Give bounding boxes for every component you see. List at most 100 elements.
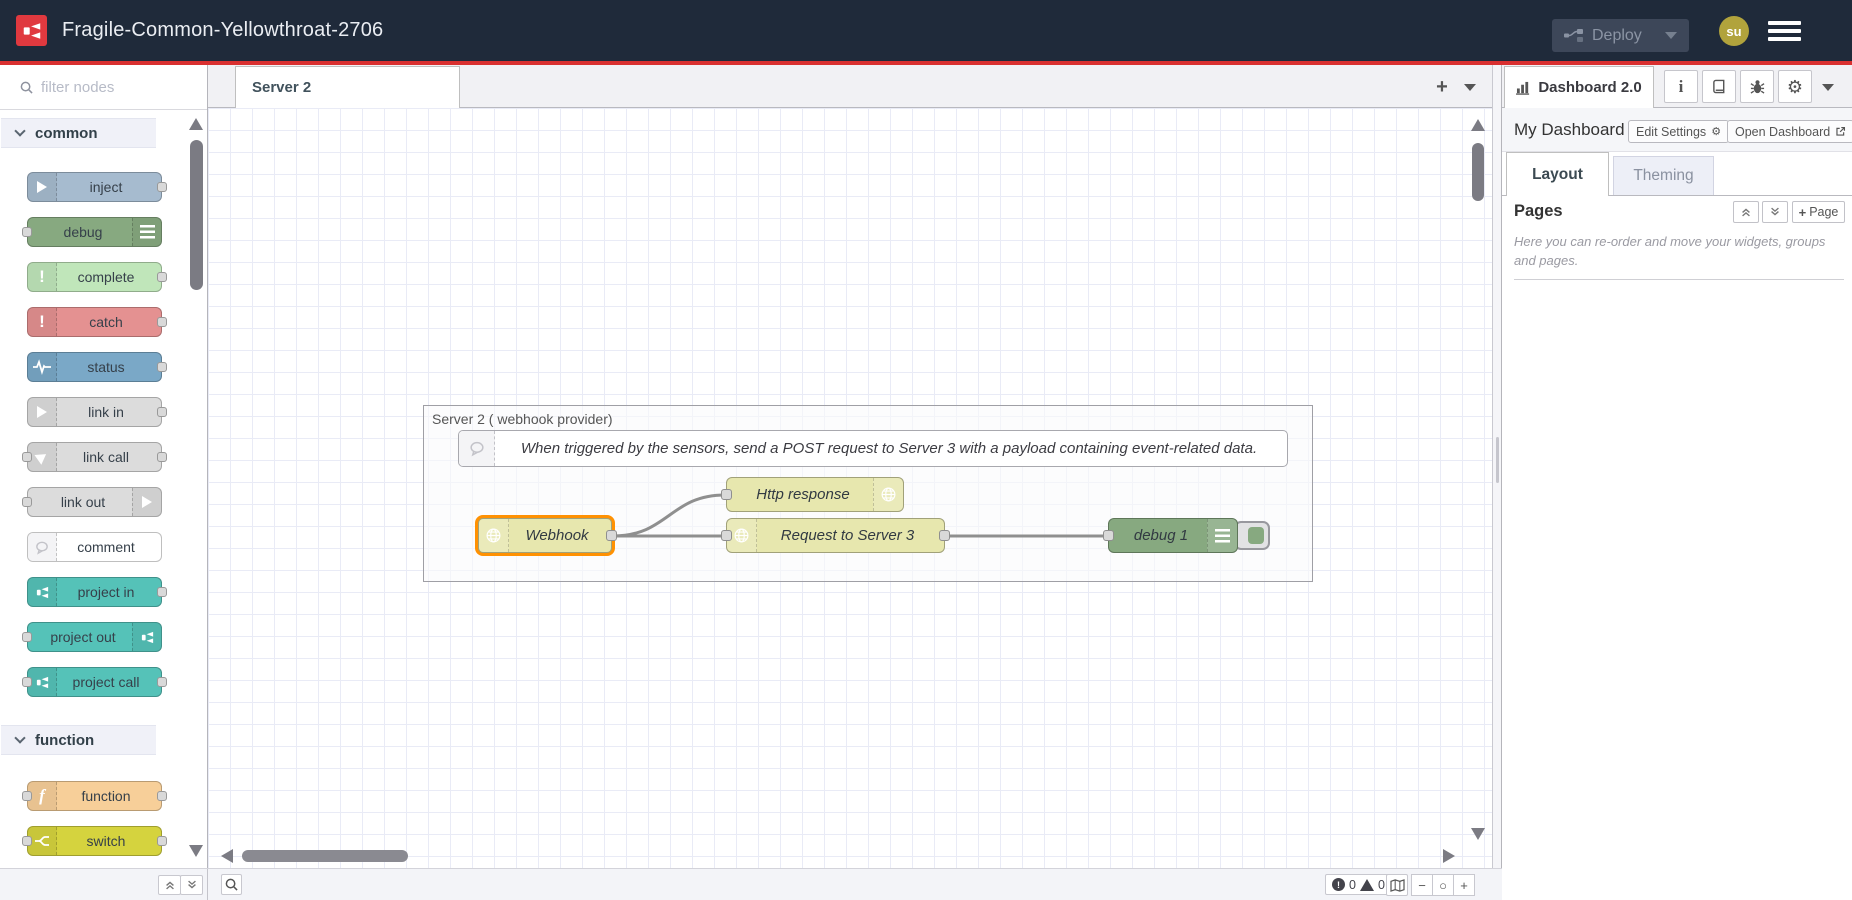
edit-settings-button[interactable]: Edit Settings ⚙	[1628, 120, 1729, 143]
pages-divider	[1514, 279, 1844, 280]
input-port[interactable]	[1103, 530, 1114, 541]
globe-icon	[479, 519, 509, 552]
palette-search-input[interactable]	[41, 79, 181, 96]
palette-node-status[interactable]: status	[27, 352, 162, 382]
flow-canvas[interactable]: Server 2 ( webhook provider) When trigge…	[208, 108, 1492, 868]
palette-scroll-down-icon[interactable]	[189, 845, 203, 857]
tab-layout[interactable]: Layout	[1506, 152, 1609, 196]
output-port[interactable]	[157, 791, 167, 801]
main-menu-icon[interactable]	[1768, 21, 1801, 41]
palette-node-switch[interactable]: switch	[27, 826, 162, 856]
input-port[interactable]	[22, 677, 32, 687]
input-port[interactable]	[22, 791, 32, 801]
output-port[interactable]	[157, 452, 167, 462]
warning-icon	[1360, 879, 1374, 891]
palette-node-link-in[interactable]: link in	[27, 397, 162, 427]
output-port[interactable]	[939, 530, 950, 541]
palette-node-label: link in	[58, 398, 154, 426]
debug-tab-button[interactable]	[1740, 70, 1774, 103]
palette-node-label: complete	[58, 263, 154, 291]
add-page-button[interactable]: + Page	[1792, 201, 1845, 223]
gear-icon: ⚙	[1711, 125, 1721, 138]
output-port[interactable]	[157, 836, 167, 846]
output-port[interactable]	[157, 362, 167, 372]
flow-node-http-response[interactable]: Http response	[726, 477, 904, 512]
move-up-button[interactable]	[1733, 201, 1759, 223]
open-dashboard-button[interactable]: Open Dashboard	[1727, 120, 1852, 143]
plus-icon: +	[1799, 205, 1807, 220]
palette-node-inject[interactable]: inject	[27, 172, 162, 202]
palette-node-function[interactable]: f function	[27, 781, 162, 811]
error-icon: !	[1332, 878, 1345, 891]
sidebar-splitter[interactable]	[1492, 65, 1501, 900]
chevron-down-icon	[14, 732, 25, 743]
zoom-in-button[interactable]: +	[1453, 874, 1475, 896]
exclamation-icon: !	[28, 263, 57, 291]
debug-enable-toggle[interactable]	[1234, 521, 1270, 550]
book-icon	[1712, 79, 1727, 94]
project-icon	[132, 623, 161, 651]
zoom-reset-button[interactable]: ○	[1432, 874, 1454, 896]
output-port[interactable]	[606, 530, 617, 541]
flow-node-comment[interactable]: When triggered by the sensors, send a PO…	[458, 430, 1288, 467]
palette-node-comment[interactable]: comment	[27, 532, 162, 562]
palette-scrollbar-thumb[interactable]	[190, 140, 203, 290]
input-port[interactable]	[22, 836, 32, 846]
debug-sidebar-icon	[132, 218, 161, 246]
zoom-out-button[interactable]: −	[1411, 874, 1433, 896]
output-port[interactable]	[157, 677, 167, 687]
input-port[interactable]	[721, 530, 732, 541]
workspace-tab-server2[interactable]: Server 2	[235, 66, 460, 108]
collapse-all-categories-button[interactable]	[158, 875, 181, 895]
output-port[interactable]	[157, 407, 167, 417]
output-port[interactable]	[157, 272, 167, 282]
config-tab-button[interactable]: ⚙	[1778, 70, 1812, 103]
palette-node-complete[interactable]: ! complete	[27, 262, 162, 292]
flow-list-button[interactable]	[1458, 75, 1482, 99]
move-down-button[interactable]	[1762, 201, 1788, 223]
input-port[interactable]	[22, 632, 32, 642]
flow-node-request-to-server3[interactable]: Request to Server 3	[726, 518, 945, 553]
speech-bubble-icon	[28, 533, 57, 561]
deploy-caret-icon[interactable]	[1665, 32, 1677, 39]
info-tab-button[interactable]: i	[1664, 70, 1698, 103]
palette-node-catch[interactable]: ! catch	[27, 307, 162, 337]
help-tab-button[interactable]	[1702, 70, 1736, 103]
expand-all-categories-button[interactable]	[180, 875, 203, 895]
user-avatar[interactable]: su	[1719, 16, 1749, 46]
double-chevron-down-icon	[186, 879, 198, 891]
palette-node-link-call[interactable]: link call	[27, 442, 162, 472]
input-port[interactable]	[721, 489, 732, 500]
output-port[interactable]	[157, 587, 167, 597]
footer-divider	[207, 869, 208, 900]
palette-node-debug[interactable]: debug	[27, 217, 162, 247]
palette-category-function[interactable]: function	[1, 725, 156, 755]
notifications-badge[interactable]: ! 0 0	[1325, 874, 1392, 895]
add-flow-button[interactable]: +	[1430, 75, 1454, 99]
palette-node-label: debug	[35, 218, 131, 246]
palette-node-project-call[interactable]: project call	[27, 667, 162, 697]
splitter-handle[interactable]	[1496, 437, 1499, 483]
palette-search[interactable]	[0, 65, 207, 110]
palette-scroll-up-icon[interactable]	[189, 118, 203, 130]
tab-theming[interactable]: Theming	[1613, 156, 1714, 195]
input-port[interactable]	[22, 227, 32, 237]
flow-node-webhook[interactable]: Webhook	[478, 518, 612, 553]
output-port[interactable]	[157, 317, 167, 327]
sidebar-tab-dashboard[interactable]: Dashboard 2.0	[1504, 66, 1654, 108]
input-port[interactable]	[22, 452, 32, 462]
deploy-button[interactable]: Deploy	[1552, 19, 1689, 52]
palette-node-link-out[interactable]: link out	[27, 487, 162, 517]
chevron-down-icon	[14, 125, 25, 136]
header: Fragile-Common-Yellowthroat-2706 Deploy …	[0, 0, 1852, 61]
search-flows-button[interactable]	[221, 874, 242, 895]
palette-category-common[interactable]: common	[1, 118, 156, 148]
input-port[interactable]	[22, 497, 32, 507]
sidebar-tabs-caret-icon[interactable]	[1822, 84, 1834, 91]
output-port[interactable]	[157, 182, 167, 192]
flow-node-debug1[interactable]: debug 1	[1108, 518, 1238, 553]
palette-node-label: project in	[58, 578, 154, 606]
palette-node-project-in[interactable]: project in	[27, 577, 162, 607]
navigator-button[interactable]	[1386, 874, 1408, 896]
palette-node-project-out[interactable]: project out	[27, 622, 162, 652]
